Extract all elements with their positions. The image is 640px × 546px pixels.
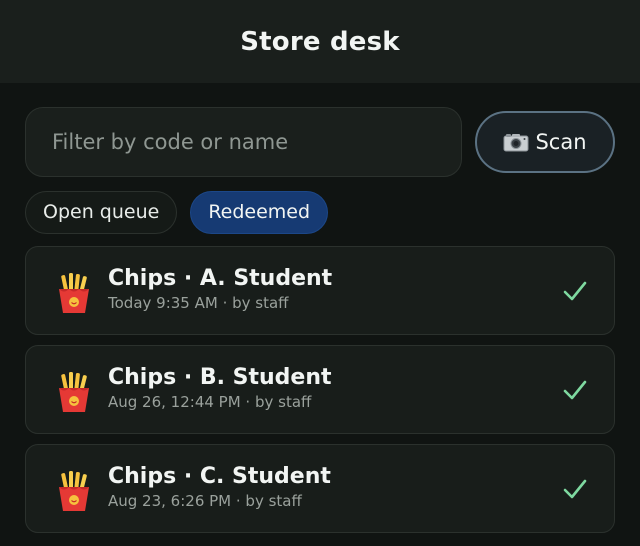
search-row: Scan xyxy=(25,107,615,177)
list-item-text: Chips · B. Student Aug 26, 12:44 PM · by… xyxy=(108,364,332,412)
tab-label: Open queue xyxy=(43,201,160,223)
list-item-subtitle: Aug 23, 6:26 PM · by staff xyxy=(108,492,302,510)
camera-icon xyxy=(503,132,529,152)
scan-button[interactable]: Scan xyxy=(475,111,615,173)
tab-open-queue[interactable]: Open queue xyxy=(25,190,178,234)
list-item-title: Chips · A. Student xyxy=(108,266,333,291)
list-item-title: Chips · C. Student xyxy=(108,464,331,489)
list-item[interactable]: Chips · A. Student Today 9:35 AM · by st… xyxy=(25,246,615,335)
fries-icon xyxy=(54,470,94,512)
list-item-subtitle: Aug 26, 12:44 PM · by staff xyxy=(108,393,312,411)
app-header: Store desk xyxy=(0,0,640,83)
list-item[interactable]: Chips · B. Student Aug 26, 12:44 PM · by… xyxy=(25,345,615,434)
page-title: Store desk xyxy=(240,26,400,57)
check-icon xyxy=(563,379,587,401)
list-item-text: Chips · A. Student Today 9:35 AM · by st… xyxy=(108,265,332,313)
list-item[interactable]: Chips · C. Student Aug 23, 6:26 PM · by … xyxy=(25,444,615,533)
fries-icon xyxy=(54,272,94,314)
search-input[interactable] xyxy=(25,107,462,177)
list-item-title: Chips · B. Student xyxy=(108,365,332,390)
scan-button-label: Scan xyxy=(535,130,587,154)
redeemed-list: Chips · A. Student Today 9:35 AM · by st… xyxy=(25,246,615,543)
list-item-text: Chips · C. Student Aug 23, 6:26 PM · by … xyxy=(108,463,331,511)
fries-icon xyxy=(54,371,94,413)
tab-redeemed[interactable]: Redeemed xyxy=(190,190,329,234)
check-icon xyxy=(563,478,587,500)
tab-label: Redeemed xyxy=(208,201,311,223)
check-icon xyxy=(563,280,587,302)
list-item-subtitle: Today 9:35 AM · by staff xyxy=(108,294,289,312)
filter-tabs: Open queue Redeemed xyxy=(25,190,341,234)
